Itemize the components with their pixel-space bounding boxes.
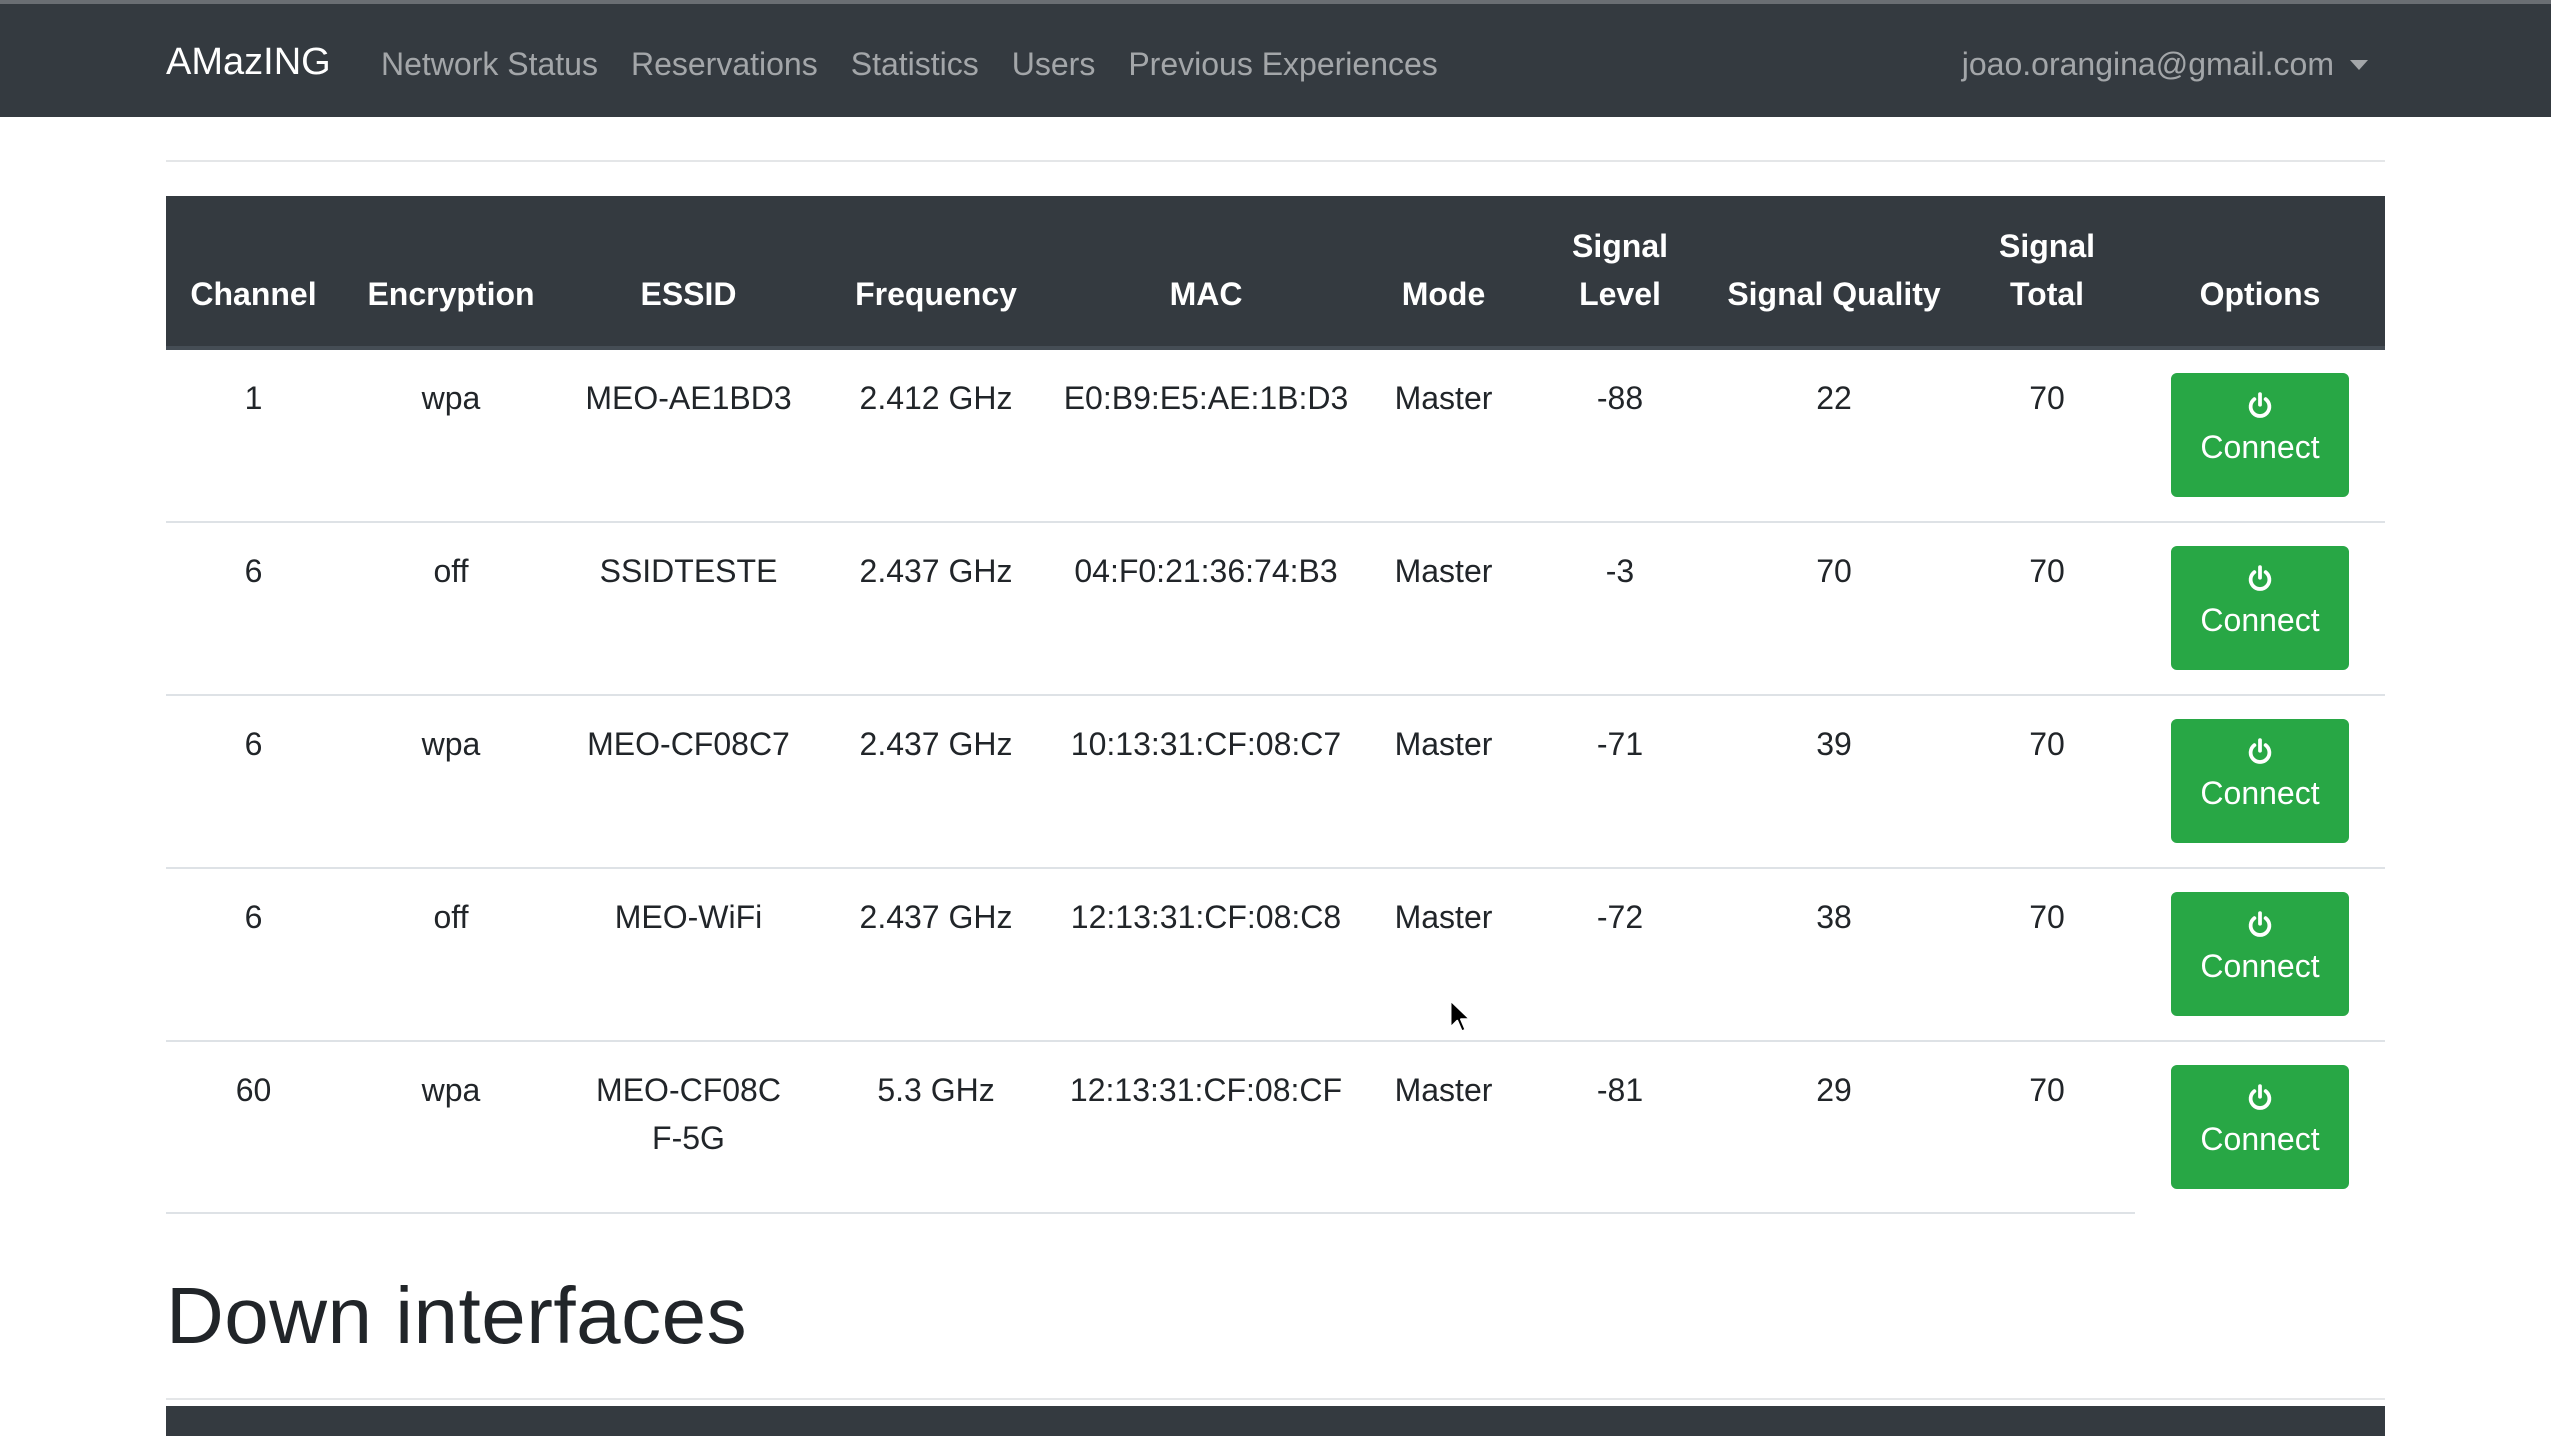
cell-frequency: 2.412 GHz (816, 348, 1056, 523)
power-icon (2248, 1084, 2272, 1110)
cell-signal-total: 70 (1959, 695, 2135, 869)
cell-encryption: off (341, 522, 561, 696)
table-header-row: Channel Encryption ESSID Frequency MAC M… (166, 196, 2385, 350)
cell-essid: MEO-WiFi (561, 868, 816, 1042)
cell-channel: 6 (166, 695, 341, 869)
connect-button[interactable]: Connect (2171, 546, 2349, 670)
table-row: 1 wpa MEO-AE1BD3 2.412 GHz E0:B9:E5:AE:1… (166, 348, 2385, 523)
header-frequency: Frequency (816, 196, 1056, 350)
nav-link-users[interactable]: Users (1012, 42, 1096, 86)
caret-down-icon (2350, 60, 2368, 70)
header-signal-level: Signal Level (1531, 196, 1709, 350)
connect-label: Connect (2200, 1121, 2320, 1157)
cell-signal-total: 70 (1959, 522, 2135, 696)
cell-essid: MEO-AE1BD3 (561, 348, 816, 523)
connect-label: Connect (2200, 775, 2320, 811)
table-row: 6 off SSIDTESTE 2.437 GHz 04:F0:21:36:74… (166, 522, 2385, 696)
cell-signal-total: 70 (1959, 348, 2135, 523)
power-icon (2248, 911, 2272, 937)
cell-signal-quality: 38 (1709, 868, 1959, 1042)
cell-essid: MEO-CF08CF-5G (561, 1041, 816, 1214)
cell-frequency: 2.437 GHz (816, 695, 1056, 869)
cell-channel: 1 (166, 348, 341, 523)
connect-button[interactable]: Connect (2171, 373, 2349, 497)
mouse-pointer-icon (1449, 999, 1473, 1040)
connect-button[interactable]: Connect (2171, 719, 2349, 843)
cell-mode: Master (1356, 695, 1531, 869)
header-signal-total: Signal Total (1959, 196, 2135, 350)
cell-signal-level: -72 (1531, 868, 1709, 1042)
cell-options: Connect (2135, 695, 2385, 869)
header-options: Options (2135, 196, 2385, 350)
cell-frequency: 2.437 GHz (816, 868, 1056, 1042)
cell-channel: 60 (166, 1041, 341, 1214)
user-menu-dropdown[interactable]: joao.orangina@gmail.com (1962, 42, 2368, 86)
power-icon (2248, 392, 2272, 418)
header-encryption: Encryption (341, 196, 561, 350)
cell-signal-level: -71 (1531, 695, 1709, 869)
cell-mode: Master (1356, 522, 1531, 696)
table-row: 60 wpa MEO-CF08CF-5G 5.3 GHz 12:13:31:CF… (166, 1041, 2385, 1214)
cell-essid: SSIDTESTE (561, 522, 816, 696)
cell-options: Connect (2135, 522, 2385, 696)
cell-mac: E0:B9:E5:AE:1B:D3 (1056, 348, 1356, 523)
cell-signal-quality: 29 (1709, 1041, 1959, 1214)
top-navbar: AMazING Network Status Reservations Stat… (0, 4, 2551, 117)
header-signal-quality: Signal Quality (1709, 196, 1959, 350)
header-channel: Channel (166, 196, 341, 350)
power-icon (2248, 565, 2272, 591)
nav-link-statistics[interactable]: Statistics (851, 42, 979, 86)
cell-mac: 12:13:31:CF:08:CF (1056, 1041, 1356, 1214)
cell-mode: Master (1356, 868, 1531, 1042)
connect-label: Connect (2200, 429, 2320, 465)
connect-button[interactable]: Connect (2171, 892, 2349, 1016)
down-interfaces-table-header (166, 1406, 2385, 1436)
table-row: 6 wpa MEO-CF08C7 2.437 GHz 10:13:31:CF:0… (166, 695, 2385, 869)
cell-mode: Master (1356, 1041, 1531, 1214)
table-row: 6 off MEO-WiFi 2.437 GHz 12:13:31:CF:08:… (166, 868, 2385, 1042)
cell-options: Connect (2135, 1041, 2385, 1213)
nav-link-reservations[interactable]: Reservations (631, 42, 818, 86)
down-interfaces-heading: Down interfaces (166, 1271, 748, 1360)
header-mode: Mode (1356, 196, 1531, 350)
nav-links: Network Status Reservations Statistics U… (381, 42, 1471, 86)
cell-mode: Master (1356, 348, 1531, 523)
user-email: joao.orangina@gmail.com (1961, 46, 2334, 82)
cell-signal-level: -81 (1531, 1041, 1709, 1214)
cell-signal-level: -3 (1531, 522, 1709, 696)
cell-frequency: 5.3 GHz (816, 1041, 1056, 1214)
cell-mac: 10:13:31:CF:08:C7 (1056, 695, 1356, 869)
nav-link-previous-experiences[interactable]: Previous Experiences (1128, 42, 1437, 86)
cell-encryption: wpa (341, 1041, 561, 1214)
cell-channel: 6 (166, 522, 341, 696)
wifi-networks-table: Channel Encryption ESSID Frequency MAC M… (166, 196, 2385, 1214)
cell-encryption: off (341, 868, 561, 1042)
divider (166, 1398, 2385, 1400)
connect-label: Connect (2200, 602, 2320, 638)
header-essid: ESSID (561, 196, 816, 350)
connect-button[interactable]: Connect (2171, 1065, 2349, 1189)
cell-options: Connect (2135, 348, 2385, 523)
cell-channel: 6 (166, 868, 341, 1042)
cell-frequency: 2.437 GHz (816, 522, 1056, 696)
cell-essid: MEO-CF08C7 (561, 695, 816, 869)
brand-logo[interactable]: AMazING (166, 38, 331, 86)
power-icon (2248, 738, 2272, 764)
cell-options: Connect (2135, 868, 2385, 1042)
header-mac: MAC (1056, 196, 1356, 350)
main-content: Channel Encryption ESSID Frequency MAC M… (166, 117, 2385, 1400)
cell-mac: 04:F0:21:36:74:B3 (1056, 522, 1356, 696)
cell-signal-quality: 70 (1709, 522, 1959, 696)
cell-signal-total: 70 (1959, 868, 2135, 1042)
cell-encryption: wpa (341, 348, 561, 523)
nav-link-network-status[interactable]: Network Status (381, 42, 598, 86)
cell-signal-total: 70 (1959, 1041, 2135, 1214)
cell-encryption: wpa (341, 695, 561, 869)
cell-signal-quality: 22 (1709, 348, 1959, 523)
cell-signal-quality: 39 (1709, 695, 1959, 869)
connect-label: Connect (2200, 948, 2320, 984)
cell-signal-level: -88 (1531, 348, 1709, 523)
cell-mac: 12:13:31:CF:08:C8 (1056, 868, 1356, 1042)
